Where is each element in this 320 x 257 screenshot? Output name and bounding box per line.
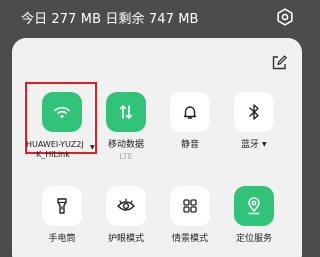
flashlight-icon <box>57 198 67 214</box>
mobile-data-sublabel: LTE <box>119 152 133 161</box>
mobile-data-icon <box>119 105 133 119</box>
flashlight-toggle[interactable] <box>42 186 82 226</box>
wifi-label-line2: K_HiLink <box>36 150 70 159</box>
status-bar: 今日 277 MB 日剩余 747 MB <box>0 0 314 34</box>
location-icon <box>248 197 260 215</box>
location-toggle[interactable] <box>234 186 274 226</box>
eye-comfort-icon <box>117 198 135 211</box>
bell-icon <box>183 106 197 119</box>
bluetooth-toggle[interactable] <box>234 92 274 132</box>
settings-gear-icon[interactable] <box>276 8 294 26</box>
eye-comfort-label: 护眼模式 <box>107 234 144 244</box>
scene-mode-icon <box>183 199 197 213</box>
scene-mode-label: 情景模式 <box>171 234 208 244</box>
scene-mode-toggle[interactable] <box>170 186 210 226</box>
mobile-data-label: 移动数据 <box>107 140 144 150</box>
flashlight-label: 手电筒 <box>48 234 76 244</box>
silent-toggle[interactable] <box>170 92 210 132</box>
data-usage-text: 今日 277 MB 日剩余 747 MB <box>21 12 199 27</box>
bluetooth-label: 蓝牙 <box>240 140 259 150</box>
mobile-data-toggle[interactable] <box>106 92 146 132</box>
silent-label: 静音 <box>180 140 199 150</box>
bluetooth-dropdown-caret-icon[interactable]: ▼ <box>262 141 267 148</box>
wifi-dropdown-caret-icon[interactable]: ▼ <box>90 144 95 151</box>
location-label: 定位服务 <box>235 234 272 244</box>
eye-comfort-toggle[interactable] <box>106 186 146 226</box>
bluetooth-icon <box>249 104 259 120</box>
edit-pencil-icon[interactable] <box>270 54 288 72</box>
